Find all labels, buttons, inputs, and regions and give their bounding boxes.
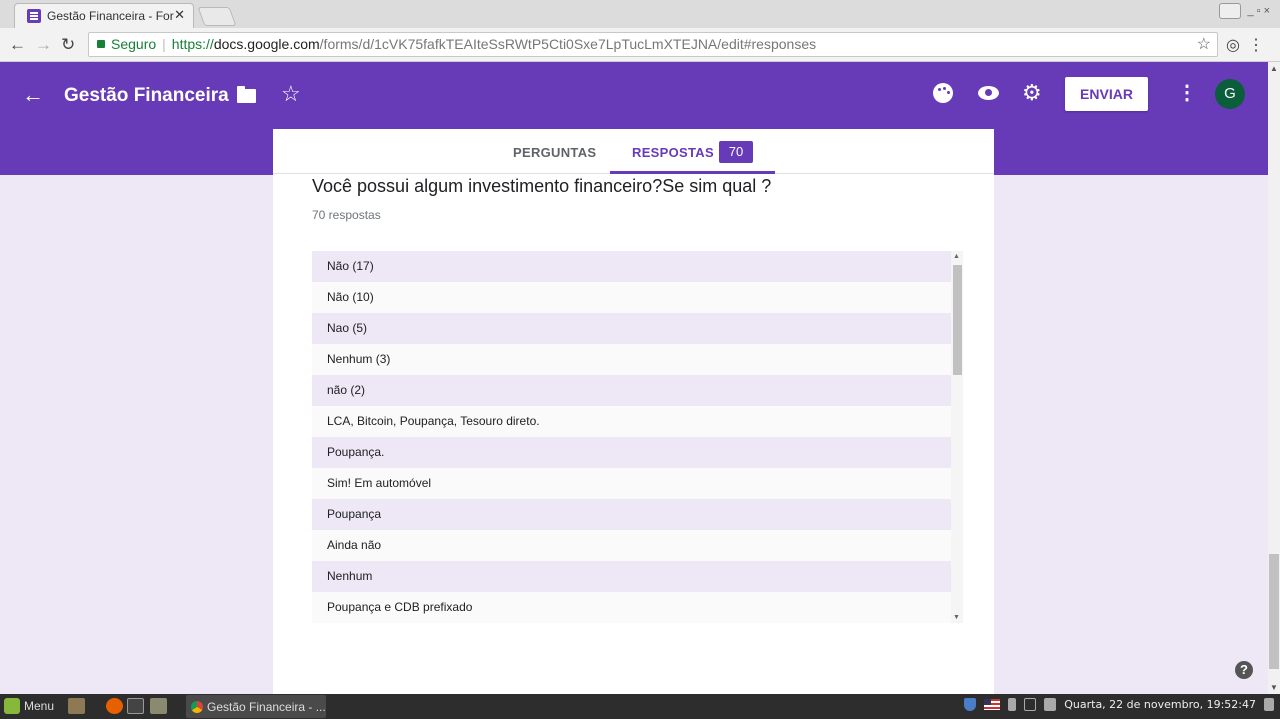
list-item: Não (10): [312, 282, 963, 313]
keyboard-layout-flag-icon[interactable]: [984, 699, 1001, 710]
preview-eye-icon[interactable]: [978, 86, 999, 100]
list-item: Poupança e CDB prefixado: [312, 592, 963, 623]
window-controls: _ ▫ ×: [1219, 3, 1270, 19]
answers-scroll-thumb[interactable]: [953, 265, 962, 375]
responses-count-badge: 70: [719, 141, 753, 163]
list-item: Sim! Em automóvel: [312, 468, 963, 499]
secure-label: Seguro: [111, 36, 157, 52]
question-response-count: 70 respostas: [312, 208, 381, 222]
clipboard-icon[interactable]: [1044, 698, 1057, 711]
firefox-launcher-icon[interactable]: [106, 698, 123, 714]
answers-scrollbar[interactable]: ▲ ▼: [951, 251, 963, 623]
form-title[interactable]: Gestão Financeira: [64, 85, 229, 107]
window-buttons[interactable]: _ ▫ ×: [1247, 5, 1270, 17]
settings-gear-icon[interactable]: ⚙: [1022, 80, 1042, 106]
files-launcher-icon[interactable]: [68, 698, 85, 714]
list-item: Não (17): [312, 251, 963, 282]
list-item: LCA, Bitcoin, Poupança, Tesouro direto.: [312, 406, 963, 437]
tab-questions[interactable]: PERGUNTAS: [513, 145, 596, 160]
star-icon[interactable]: ☆: [281, 81, 301, 107]
list-item: Ainda não: [312, 530, 963, 561]
help-icon[interactable]: ?: [1235, 661, 1253, 679]
user-icon[interactable]: [1008, 698, 1017, 711]
terminal-launcher-icon[interactable]: [127, 698, 144, 714]
list-item: Nenhum: [312, 561, 963, 592]
responses-card: PERGUNTAS RESPOSTAS 70 Você possui algum…: [273, 129, 994, 694]
start-menu-button[interactable]: Menu: [4, 698, 54, 714]
chrome-menu-icon[interactable]: ⋮: [1248, 35, 1264, 55]
os-taskbar: Menu Gestão Financeira - ... Quarta, 22 …: [0, 694, 1280, 719]
menu-label: Menu: [24, 699, 55, 713]
question-title: Você possui algum investimento financeir…: [312, 176, 772, 196]
mint-logo-icon: [4, 698, 20, 714]
browser-tab[interactable]: Gestão Financeira - For ✕: [14, 3, 194, 28]
more-options-icon[interactable]: ⋮: [1177, 80, 1197, 105]
tab-responses[interactable]: RESPOSTAS 70: [610, 129, 775, 174]
forward-nav-icon[interactable]: →: [35, 35, 52, 55]
reload-icon[interactable]: ↻: [61, 35, 75, 55]
address-separator: |: [162, 36, 166, 52]
volume-icon[interactable]: [1264, 698, 1274, 711]
scroll-up-icon[interactable]: ▲: [953, 253, 960, 260]
taskbar-window-chrome[interactable]: Gestão Financeira - ...: [186, 695, 326, 718]
browser-tab-strip: Gestão Financeira - For ✕ _ ▫ ×: [0, 0, 1280, 28]
folder-launcher-icon[interactable]: [150, 698, 167, 714]
page-scrollbar[interactable]: ▲ ▼: [1268, 62, 1280, 694]
list-item: não (2): [312, 375, 963, 406]
list-item: Nao (5): [312, 313, 963, 344]
clock[interactable]: Quarta, 22 de novembro, 19:52:47: [1064, 698, 1256, 711]
list-item: Nenhum (3): [312, 344, 963, 375]
avatar[interactable]: G: [1215, 79, 1245, 109]
system-tray: Quarta, 22 de novembro, 19:52:47: [964, 698, 1274, 711]
palette-icon[interactable]: [933, 83, 953, 103]
list-item: Poupança.: [312, 437, 963, 468]
list-item: Poupança: [312, 499, 963, 530]
browser-tab-title: Gestão Financeira - For: [47, 9, 174, 23]
back-nav-icon[interactable]: ←: [9, 35, 26, 55]
extension-icon[interactable]: ◎: [1226, 35, 1240, 55]
page-scroll-thumb[interactable]: [1269, 554, 1279, 669]
page-scroll-down-icon[interactable]: ▼: [1270, 683, 1278, 692]
chrome-icon: [191, 700, 203, 713]
taskbar-window-label: Gestão Financeira - ...: [207, 699, 326, 714]
back-arrow-icon[interactable]: ←: [22, 82, 44, 108]
answers-list[interactable]: Não (17) Não (10) Nao (5) Nenhum (3) não…: [312, 251, 963, 623]
form-tabs: PERGUNTAS RESPOSTAS 70: [273, 129, 994, 174]
new-tab-button[interactable]: [197, 7, 237, 26]
url-host: docs.google.com: [213, 36, 320, 52]
tab-responses-label: RESPOSTAS: [632, 145, 714, 160]
bookmark-star-icon[interactable]: ☆: [1197, 33, 1211, 56]
send-button[interactable]: ENVIAR: [1065, 77, 1148, 111]
folder-icon[interactable]: [237, 86, 256, 103]
url-scheme: https://: [171, 36, 214, 52]
scroll-down-icon[interactable]: ▼: [953, 614, 960, 621]
profile-icon[interactable]: [1219, 3, 1242, 19]
shield-icon[interactable]: [964, 698, 977, 711]
page-scroll-up-icon[interactable]: ▲: [1270, 64, 1278, 73]
forms-favicon-icon: [27, 9, 41, 23]
url-path: /forms/d/1cVK75fafkTEAIteSsRWtP5Cti0Sxe7…: [319, 36, 817, 52]
lock-icon: [97, 40, 105, 48]
address-bar[interactable]: Seguro | https://docs.google.com/forms/d/1…: [88, 32, 1218, 57]
browser-toolbar: ← → ↻ Seguro | https://docs.google.com/for…: [0, 28, 1280, 62]
display-icon[interactable]: [1024, 698, 1037, 711]
tab-close-icon[interactable]: ✕: [174, 7, 185, 23]
